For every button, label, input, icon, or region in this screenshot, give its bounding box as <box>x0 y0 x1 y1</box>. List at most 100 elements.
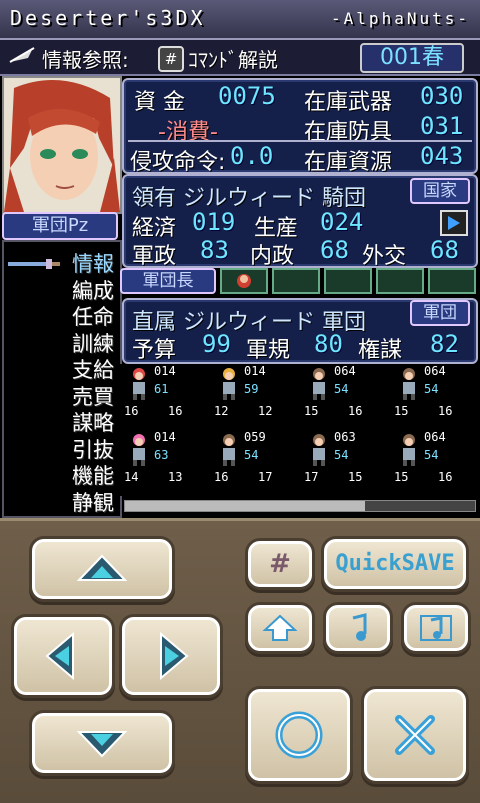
legion-tag[interactable]: 軍団 <box>410 300 470 326</box>
discipline-value: 80 <box>314 330 343 358</box>
title-bar: Deserter's3DX -AlphaNuts- <box>0 0 480 40</box>
leader-slot-1[interactable] <box>220 268 268 294</box>
unit-attack: 12 <box>214 404 229 418</box>
menu-item-6[interactable]: 謀略 <box>4 407 114 437</box>
cross-icon <box>395 715 435 755</box>
unit-level: 063 <box>334 430 356 444</box>
menu-item-7[interactable]: 引抜 <box>4 434 114 464</box>
music-button[interactable] <box>326 605 390 651</box>
production-value: 024 <box>320 208 364 236</box>
dpad-right-button[interactable] <box>122 617 220 695</box>
legion-panel: 直属 ジルウィード 軍団 軍団 予算 99 軍規 80 権謀 82 <box>122 298 478 364</box>
menu-item-2[interactable]: 任命 <box>4 301 114 331</box>
command-menu: 情報 編成 任命 訓練 支給 売買 謀略 引抜 機能 静観 <box>2 240 122 518</box>
plot-label: 権謀 <box>358 338 403 363</box>
command-help-button[interactable]: ｺﾏﾝﾄﾞ解説 <box>188 44 278 73</box>
unit-level: 059 <box>244 430 266 444</box>
hash-button[interactable]: # <box>248 541 312 587</box>
menu-item-5[interactable]: 売買 <box>4 381 114 411</box>
unit-attack: 17 <box>304 470 319 484</box>
stats-panel: 資 金 0075 -消費- 在庫武器 030 在庫防具 031 侵攻命令: 0.… <box>122 78 478 175</box>
unit-sprite-icon <box>403 368 415 400</box>
budget-value: 99 <box>202 330 231 358</box>
unit-defense: 13 <box>168 470 183 484</box>
quicksave-button[interactable]: QuickSAVE <box>324 539 466 589</box>
unit-card[interactable]: 059 54 16 17 <box>210 430 298 492</box>
app-title: Deserter's3DX <box>10 6 206 30</box>
unit-card[interactable]: 014 59 12 12 <box>210 364 298 426</box>
leader-label: 軍団長 <box>120 268 216 294</box>
menu-item-4[interactable]: 支給 <box>4 354 114 384</box>
sound-button[interactable] <box>404 605 468 651</box>
stock-weapons-label: 在庫武器 <box>304 90 393 115</box>
unit-attack: 14 <box>124 470 139 484</box>
domestic-value: 68 <box>320 236 349 264</box>
unit-sprite-icon <box>223 368 235 400</box>
money-value: 0075 <box>218 82 276 110</box>
dpad-up-button[interactable] <box>32 539 172 599</box>
menu-item-8[interactable]: 機能 <box>4 460 114 490</box>
developer-name: -AlphaNuts- <box>331 9 470 28</box>
unit-hp: 61 <box>154 382 169 396</box>
unit-card[interactable]: 063 54 17 15 <box>300 430 388 492</box>
budget-label: 予算 <box>132 338 177 363</box>
unit-defense: 15 <box>348 470 363 484</box>
unit-defense: 12 <box>258 404 273 418</box>
info-bar: 情報参照: # ｺﾏﾝﾄﾞ解説 001春 <box>0 40 480 76</box>
leader-slot-3[interactable] <box>324 268 372 294</box>
unit-defense: 16 <box>438 404 453 418</box>
cancel-button[interactable] <box>364 689 466 781</box>
leader-slot-5[interactable] <box>428 268 476 294</box>
unit-level: 064 <box>334 364 356 378</box>
scrollbar-thumb[interactable] <box>125 501 365 511</box>
unit-hp: 54 <box>244 448 259 462</box>
stock-resources-value: 043 <box>420 142 464 170</box>
unit-card[interactable]: 014 61 16 16 <box>120 364 208 426</box>
unit-attack: 15 <box>394 404 409 418</box>
unit-sprite-icon <box>313 434 325 466</box>
unit-hp: 59 <box>244 382 259 396</box>
leader-slot-4[interactable] <box>376 268 424 294</box>
unit-scrollbar[interactable] <box>124 500 476 512</box>
unit-grid: 014 61 16 16 014 59 12 12 064 54 15 16 064 54 15 16 014 6… <box>120 364 480 496</box>
unit-card[interactable]: 064 54 15 16 <box>390 364 478 426</box>
unit-card[interactable]: 064 54 15 16 <box>300 364 388 426</box>
command-help-icon[interactable]: # <box>158 46 184 72</box>
menu-item-9[interactable]: 静観 <box>4 487 114 517</box>
unit-attack: 16 <box>214 470 229 484</box>
money-label: 資 金 <box>134 90 185 115</box>
unit-sprite-icon <box>133 368 145 400</box>
commander-portrait[interactable] <box>2 76 122 214</box>
unit-hp: 63 <box>154 448 169 462</box>
unit-card[interactable]: 064 54 15 16 <box>390 430 478 492</box>
menu-item-1[interactable]: 編成 <box>4 275 114 305</box>
menu-item-3[interactable]: 訓練 <box>4 328 114 358</box>
unit-level: 014 <box>154 430 176 444</box>
menu-item-0[interactable]: 情報 <box>4 248 114 278</box>
unit-card[interactable]: 014 63 14 13 <box>120 430 208 492</box>
unit-hp: 54 <box>334 448 349 462</box>
unit-defense: 17 <box>258 470 273 484</box>
unit-hp: 54 <box>424 382 439 396</box>
dpad-left-button[interactable] <box>14 617 112 695</box>
flag-icon[interactable] <box>440 210 468 236</box>
unit-level: 014 <box>244 364 266 378</box>
sound-icon <box>420 615 452 641</box>
unit-sprite-icon <box>223 434 235 466</box>
diplomacy-label: 外交 <box>362 244 407 269</box>
nation-tag[interactable]: 国家 <box>410 178 470 204</box>
unit-sprite-icon <box>313 368 325 400</box>
leader-bar: 軍団長 <box>120 268 476 294</box>
shift-button[interactable] <box>248 605 312 651</box>
unit-level: 014 <box>154 364 176 378</box>
unit-attack: 15 <box>394 470 409 484</box>
unit-attack: 15 <box>304 404 319 418</box>
leader-slot-2[interactable] <box>272 268 320 294</box>
arrow-left-icon <box>45 631 74 681</box>
stock-resources-label: 在庫資源 <box>304 150 393 175</box>
legion-portrait-button[interactable]: 軍団Pz <box>2 212 118 240</box>
dpad-down-button[interactable] <box>32 713 172 773</box>
unit-hp: 54 <box>334 382 349 396</box>
confirm-button[interactable] <box>248 689 350 781</box>
plot-value: 82 <box>430 330 459 358</box>
